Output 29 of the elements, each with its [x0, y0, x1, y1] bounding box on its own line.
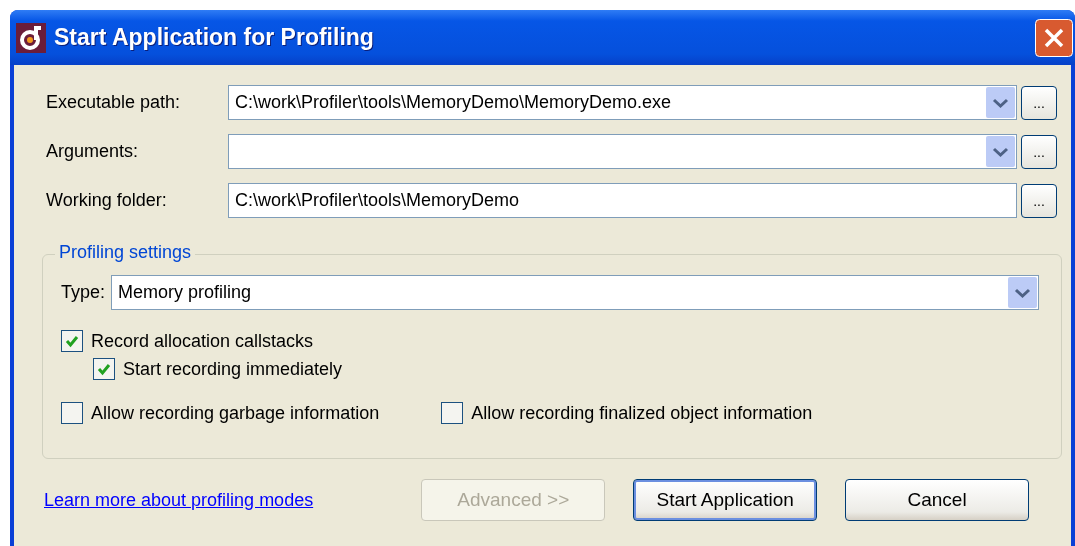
dropdown-button[interactable] — [986, 87, 1015, 118]
combo-box[interactable]: C:\work\Profiler\tools\MemoryDemo\MemoryDemo.exe — [228, 85, 1017, 120]
combo-box[interactable]: Memory profiling — [111, 274, 1039, 310]
dropdown-button[interactable] — [986, 136, 1015, 167]
app-icon — [16, 22, 46, 53]
group-legend: Profiling settings — [55, 242, 196, 263]
close-button[interactable] — [1035, 18, 1073, 57]
field-label: Working folder: — [46, 190, 168, 211]
checkbox[interactable] — [61, 402, 83, 424]
field-label: Type: — [61, 281, 106, 303]
checkbox[interactable] — [441, 402, 464, 424]
browse-button[interactable]: ... — [1021, 85, 1057, 120]
field-label: Arguments: — [46, 141, 140, 162]
browse-button[interactable]: ... — [1021, 134, 1057, 169]
window-title: Start Application for Profiling — [54, 24, 375, 51]
dialog-button[interactable]: Start Application — [633, 479, 818, 521]
checkbox-label: Record allocation callstacks — [91, 330, 314, 352]
checkbox-label: Allow recording garbage information — [91, 402, 380, 424]
dropdown-button[interactable] — [1008, 276, 1037, 308]
checkbox-label: Allow recording finalized object information — [471, 402, 813, 424]
help-link[interactable]: Learn more about profiling modes — [44, 489, 422, 511]
field-label: Executable path: — [46, 92, 182, 113]
dialog-button[interactable]: Cancel — [845, 479, 1029, 521]
checkbox[interactable] — [93, 358, 115, 380]
checkbox[interactable] — [61, 330, 83, 352]
combo-box[interactable] — [228, 134, 1017, 169]
browse-button[interactable]: ... — [1021, 183, 1057, 218]
input-field[interactable]: C:\work\Profiler\tools\MemoryDemo — [228, 183, 1017, 218]
checkbox-label: Start recording immediately — [123, 358, 343, 380]
